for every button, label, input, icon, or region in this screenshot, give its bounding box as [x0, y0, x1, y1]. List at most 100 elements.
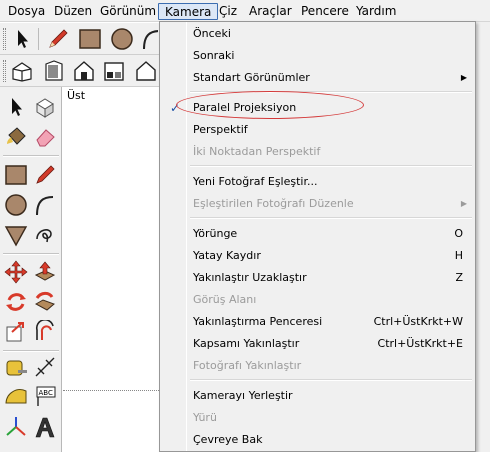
menu-pencere[interactable]: Pencere: [295, 3, 355, 20]
menu-item-label: Yakınlaştır Uzaklaştır: [193, 271, 307, 284]
component-icon[interactable]: [33, 95, 57, 119]
protractor-icon[interactable]: [4, 385, 28, 409]
menu-item-sonraki[interactable]: Sonraki: [162, 45, 473, 67]
menu-item-perspektif[interactable]: Perspektif: [162, 119, 473, 141]
submenu-arrow-icon: ▶: [460, 73, 467, 82]
palette-divider: [3, 350, 59, 352]
menu-item-label: Çevreye Bak: [193, 433, 263, 446]
toolbar-grip[interactable]: [3, 28, 6, 50]
offset-icon[interactable]: [33, 320, 57, 344]
menu-item-label: Standart Görünümler: [193, 71, 310, 84]
svg-text:ABC: ABC: [39, 389, 53, 397]
menu-yardim[interactable]: Yardım: [350, 3, 402, 20]
menu-kamera[interactable]: Kamera: [158, 3, 219, 20]
arc-icon[interactable]: [140, 27, 158, 51]
palette-divider: [3, 155, 59, 157]
menu-gorunum[interactable]: Görünüm: [94, 3, 162, 20]
menu-item-label: Sonraki: [193, 49, 235, 62]
select-arrow-icon[interactable]: [10, 27, 34, 51]
submenu-arrow-icon: ▶: [460, 199, 467, 208]
drawing-toolbar: [0, 23, 159, 55]
menu-ciz[interactable]: Çiz: [213, 3, 243, 20]
3d-text-icon[interactable]: [33, 415, 57, 439]
paint-bucket-icon[interactable]: [4, 125, 28, 149]
menu-item-label: Önceki: [193, 27, 231, 40]
menu-item-shortcut: Ctrl+ÜstKrkt+E: [377, 337, 463, 350]
menu-separator: [190, 379, 472, 381]
top-view-icon[interactable]: [42, 59, 66, 83]
rotate-icon[interactable]: [4, 290, 28, 314]
menu-item-shortcut: Ctrl+ÜstKrkt+W: [373, 315, 463, 328]
pencil-icon[interactable]: [46, 27, 70, 51]
menu-item-kamerayi-yerlestir[interactable]: Kamerayı Yerleştir: [162, 385, 473, 407]
menu-separator: [190, 217, 472, 219]
dimension-icon[interactable]: [33, 355, 57, 379]
menu-item-shortcut: Z: [455, 271, 463, 284]
menu-item-label: Görüş Alanı: [193, 293, 257, 306]
tool-palette: ABC: [0, 87, 62, 452]
toolbar-edge: [476, 22, 490, 452]
menu-item-label: Yeni Fotoğraf Eşleştir...: [193, 175, 318, 188]
menu-item-label: Fotoğrafı Yakınlaştır: [193, 359, 302, 372]
drawing-canvas[interactable]: Üst: [63, 87, 159, 452]
rectangle-icon[interactable]: [78, 27, 102, 51]
right-view-icon[interactable]: [102, 59, 126, 83]
toolbar-grip[interactable]: [3, 60, 6, 82]
camera-menu: Önceki Sonraki Standart Görünümler ▶ ✓ P…: [159, 21, 476, 452]
menu-item-yakinlastirma-penceresi[interactable]: Yakınlaştırma Penceresi Ctrl+ÜstKrkt+W: [162, 311, 473, 333]
menu-item-yakinlastir-uzaklastir[interactable]: Yakınlaştır Uzaklaştır Z: [162, 267, 473, 289]
text-icon[interactable]: ABC: [33, 385, 57, 409]
polygon-icon[interactable]: [4, 223, 28, 247]
highlight-ellipse: [176, 91, 364, 119]
menu-item-yatay-kaydir[interactable]: Yatay Kaydır H: [162, 245, 473, 267]
canvas-guide-line: [63, 390, 159, 391]
menu-item-label: Yürü: [193, 411, 217, 424]
line-icon[interactable]: [33, 163, 57, 187]
menu-item-shortcut: O: [454, 227, 463, 240]
menu-item-cevreye-bak[interactable]: Çevreye Bak: [162, 429, 473, 451]
menu-item-standart-gorunumler[interactable]: Standart Görünümler ▶: [162, 67, 473, 89]
menu-item-yeni-fotograf-eslestir[interactable]: Yeni Fotoğraf Eşleştir...: [162, 171, 473, 193]
menu-item-label: Kapsamı Yakınlaştır: [193, 337, 300, 350]
menu-item-iki-noktadan-perspektif: İki Noktadan Perspektif: [162, 141, 473, 163]
menu-dosya[interactable]: Dosya: [2, 3, 51, 20]
rectangle-icon[interactable]: [4, 163, 28, 187]
select-icon[interactable]: [4, 95, 28, 119]
menu-item-eslestirilen-fotografi-duzenle: Eşleştirilen Fotoğrafı Düzenle ▶: [162, 193, 473, 215]
iso-view-icon[interactable]: [10, 59, 34, 83]
circle-icon[interactable]: [4, 193, 28, 217]
menu-duzen[interactable]: Düzen: [48, 3, 98, 20]
scale-icon[interactable]: [4, 320, 28, 344]
menu-araclar[interactable]: Araçlar: [243, 3, 298, 20]
tape-measure-icon[interactable]: [4, 355, 28, 379]
menu-item-gorus-alani: Görüş Alanı: [162, 289, 473, 311]
arc-icon[interactable]: [33, 193, 57, 217]
menu-item-yuru: Yürü: [162, 407, 473, 429]
palette-divider: [3, 253, 59, 255]
eraser-icon[interactable]: [33, 125, 57, 149]
menu-item-shortcut: H: [454, 249, 463, 262]
front-view-icon[interactable]: [72, 59, 96, 83]
menu-item-label: Yakınlaştırma Penceresi: [193, 315, 323, 328]
menu-item-label: İki Noktadan Perspektif: [193, 145, 321, 158]
menu-item-onceki[interactable]: Önceki: [162, 23, 473, 45]
back-view-icon[interactable]: [134, 59, 158, 83]
menu-item-kapsami-yakinlastir[interactable]: Kapsamı Yakınlaştır Ctrl+ÜstKrkt+E: [162, 333, 473, 355]
views-toolbar: [0, 55, 159, 87]
menu-item-fotografi-yakinlastir: Fotoğrafı Yakınlaştır: [162, 355, 473, 377]
toolbar-divider: [38, 28, 39, 50]
view-label: Üst: [67, 89, 86, 102]
menu-item-label: Kamerayı Yerleştir: [193, 389, 293, 402]
circle-icon[interactable]: [110, 27, 134, 51]
move-icon[interactable]: [4, 260, 28, 284]
menu-item-label: Perspektif: [193, 123, 248, 136]
menu-item-label: Yörünge: [193, 227, 238, 240]
freehand-icon[interactable]: [33, 223, 57, 247]
menu-bar: Dosya Düzen Görünüm Kamera Çiz Araçlar P…: [0, 0, 490, 22]
follow-me-icon[interactable]: [33, 290, 57, 314]
menu-item-yorunge[interactable]: Yörünge O: [162, 223, 473, 245]
menu-item-label: Eşleştirilen Fotoğrafı Düzenle: [193, 197, 354, 210]
axes-icon[interactable]: [4, 415, 28, 439]
push-pull-icon[interactable]: [33, 260, 57, 284]
menu-separator: [190, 165, 472, 167]
